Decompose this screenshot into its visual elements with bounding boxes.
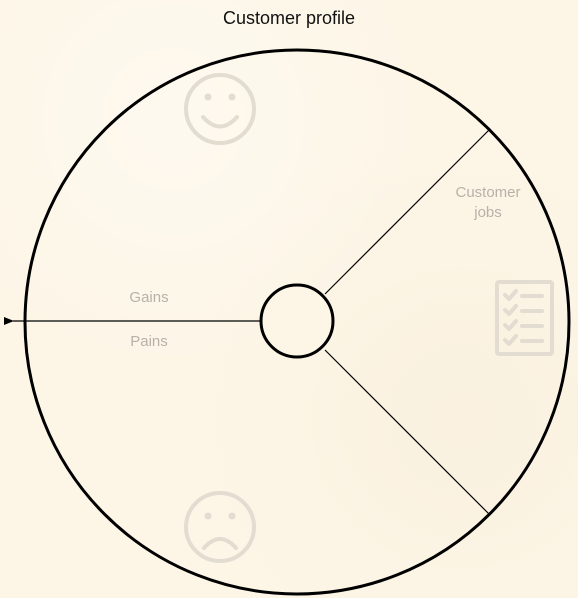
checklist-icon xyxy=(495,280,554,356)
happy-face-icon xyxy=(184,73,256,145)
divider-lower xyxy=(324,349,490,515)
gains-label: Gains xyxy=(129,289,169,306)
inner-circle xyxy=(259,283,335,359)
sad-face-icon xyxy=(184,491,256,563)
customer-profile-diagram xyxy=(3,48,571,596)
customer-jobs-label-line2: jobs xyxy=(474,204,502,221)
customer-jobs-label-line1: Customer xyxy=(455,184,521,201)
customer-profile-canvas: Customer profile Gains Pains Customer jo… xyxy=(0,0,578,598)
customer-jobs-label: Customer jobs xyxy=(438,183,538,223)
pains-label: Pains xyxy=(130,333,168,350)
